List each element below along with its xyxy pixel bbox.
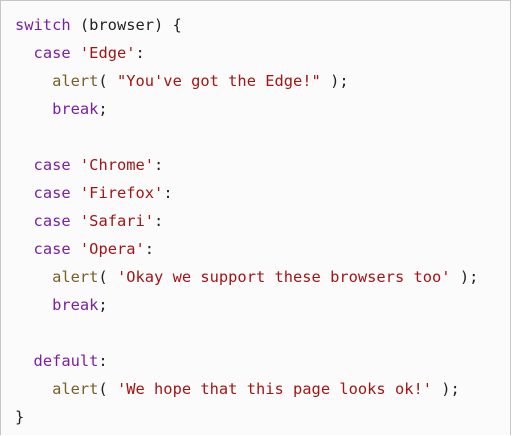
keyword-token: break bbox=[52, 100, 99, 118]
punctuation-token bbox=[15, 44, 34, 62]
string-token: 'We hope that this page looks ok!' bbox=[116, 380, 433, 398]
string-token: "You've got the Edge!" bbox=[116, 72, 321, 90]
punctuation-token bbox=[15, 72, 52, 90]
punctuation-token: ( bbox=[98, 268, 117, 286]
code-line: switch (browser) { bbox=[15, 11, 478, 39]
string-token: 'Edge' bbox=[79, 44, 136, 62]
punctuation-token: ; bbox=[98, 100, 108, 118]
punctuation-token: ( bbox=[98, 380, 117, 398]
keyword-token: case bbox=[33, 156, 71, 174]
string-token: 'Chrome' bbox=[79, 156, 155, 174]
punctuation-token: : bbox=[154, 156, 164, 174]
string-token: 'Opera' bbox=[79, 240, 145, 258]
code-line: } bbox=[15, 403, 478, 431]
punctuation-token: ); bbox=[432, 380, 460, 398]
punctuation-token bbox=[15, 156, 34, 174]
punctuation-token: ); bbox=[450, 268, 479, 286]
punctuation-token: : bbox=[154, 212, 164, 230]
keyword-token: default bbox=[33, 352, 99, 370]
code-line: case 'Firefox': bbox=[15, 179, 478, 207]
punctuation-token bbox=[15, 380, 52, 398]
keyword-token: case bbox=[33, 240, 71, 258]
punctuation-token bbox=[15, 184, 34, 202]
code-block: switch (browser) { case 'Edge': alert( "… bbox=[0, 0, 511, 435]
string-token: 'Okay we support these browsers too' bbox=[116, 268, 451, 286]
punctuation-token: ; bbox=[98, 296, 108, 314]
punctuation-token: ( bbox=[98, 72, 117, 90]
punctuation-token: : bbox=[98, 352, 108, 370]
punctuation-token bbox=[15, 240, 34, 258]
punctuation-token: (browser) { bbox=[70, 16, 182, 34]
punctuation-token bbox=[71, 156, 80, 174]
code-line: case 'Edge': bbox=[15, 39, 478, 67]
punctuation-token: } bbox=[15, 408, 25, 426]
punctuation-token bbox=[71, 44, 80, 62]
punctuation-token: : bbox=[144, 240, 155, 258]
code-line: case 'Chrome': bbox=[15, 151, 478, 179]
punctuation-token bbox=[15, 268, 52, 286]
string-token: 'Firefox' bbox=[79, 184, 164, 202]
keyword-token: case bbox=[33, 184, 71, 202]
string-token: 'Safari' bbox=[79, 212, 155, 230]
punctuation-token bbox=[15, 100, 52, 118]
punctuation-token bbox=[15, 352, 34, 370]
keyword-token: case bbox=[33, 44, 71, 62]
keyword-token: break bbox=[52, 296, 99, 314]
punctuation-token bbox=[71, 184, 80, 202]
punctuation-token bbox=[71, 240, 80, 258]
code-line: alert( 'Okay we support these browsers t… bbox=[15, 263, 478, 291]
code-line: alert( 'We hope that this page looks ok!… bbox=[15, 375, 478, 403]
code-line: alert( "You've got the Edge!" ); bbox=[15, 67, 478, 95]
code-line: case 'Opera': bbox=[15, 235, 478, 263]
keyword-token: switch bbox=[15, 16, 71, 34]
function-token: alert bbox=[52, 380, 99, 398]
code-line: case 'Safari': bbox=[15, 207, 478, 235]
code-listing: switch (browser) { case 'Edge': alert( "… bbox=[15, 11, 478, 431]
punctuation-token: : bbox=[163, 184, 173, 202]
function-token: alert bbox=[52, 72, 99, 90]
punctuation-token: ); bbox=[320, 72, 349, 90]
punctuation-token bbox=[15, 212, 34, 230]
code-line: break; bbox=[15, 291, 478, 319]
function-token: alert bbox=[52, 268, 99, 286]
punctuation-token: : bbox=[135, 44, 145, 62]
punctuation-token bbox=[71, 212, 80, 230]
keyword-token: case bbox=[33, 212, 71, 230]
punctuation-token bbox=[15, 296, 52, 314]
code-line: break; bbox=[15, 95, 478, 123]
code-line: default: bbox=[15, 347, 478, 375]
